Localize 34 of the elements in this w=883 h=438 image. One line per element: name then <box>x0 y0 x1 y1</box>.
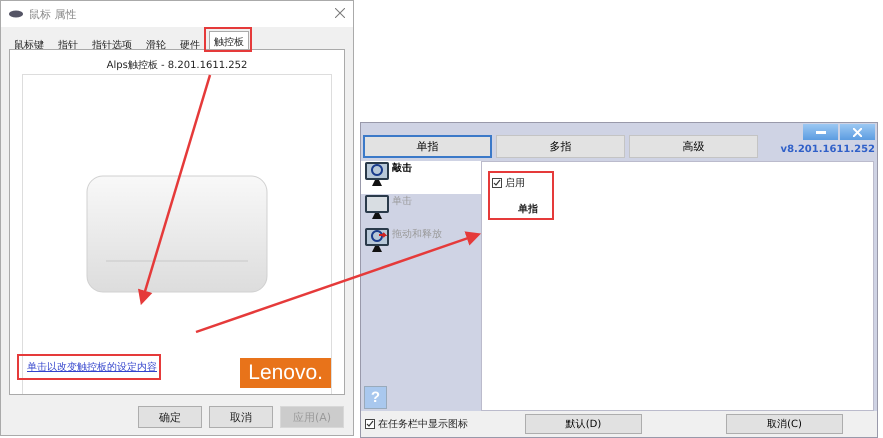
tab[interactable]: 指针选项 <box>87 34 137 50</box>
driver-label: Alps触控板 - 8.201.1611.252 <box>106 58 248 72</box>
highlight-frame <box>488 171 554 220</box>
close-icon <box>853 128 862 136</box>
tab[interactable]: 单指 <box>363 135 492 158</box>
monitor-icon <box>364 227 390 253</box>
logo: Lenovo. <box>240 358 331 388</box>
minimize-button[interactable] <box>803 124 838 140</box>
taskbar-checkbox[interactable]: 在任务栏中显示图标 <box>365 417 525 431</box>
checkmark-icon <box>366 420 374 428</box>
gesture-label: 单指 <box>518 202 539 216</box>
tab[interactable]: 硬件 <box>175 34 205 50</box>
cancel-button[interactable]: 取消(C) <box>726 414 843 434</box>
sidebar-item[interactable]: 敲击 <box>361 161 481 194</box>
highlight-frame <box>204 27 252 52</box>
tab[interactable]: 鼠标键 <box>9 34 49 50</box>
close-button[interactable] <box>840 124 875 140</box>
tab[interactable]: 多指 <box>496 135 625 158</box>
default-button[interactable]: 默认(D) <box>525 414 642 434</box>
tab[interactable]: 触控板 <box>209 31 249 50</box>
mouse-icon <box>9 10 23 18</box>
enable-checkbox[interactable]: 启用 <box>492 176 863 190</box>
settings-link[interactable]: 单击以改变触控板的设定内容 <box>27 360 157 374</box>
window-title: 鼠标 属性 <box>29 6 78 22</box>
monitor-icon <box>364 194 390 220</box>
minimize-icon <box>816 130 826 134</box>
monitor-icon <box>364 161 390 187</box>
tab[interactable]: 指针 <box>53 34 83 50</box>
tab[interactable]: 滑轮 <box>141 34 171 50</box>
tab[interactable]: 高级 <box>629 135 758 158</box>
version-label: v8.201.1611.252 <box>780 144 875 155</box>
dialog-button[interactable]: 确定 <box>138 406 202 428</box>
checkmark-icon <box>493 179 501 187</box>
dialog-button[interactable]: 取消 <box>209 406 273 428</box>
